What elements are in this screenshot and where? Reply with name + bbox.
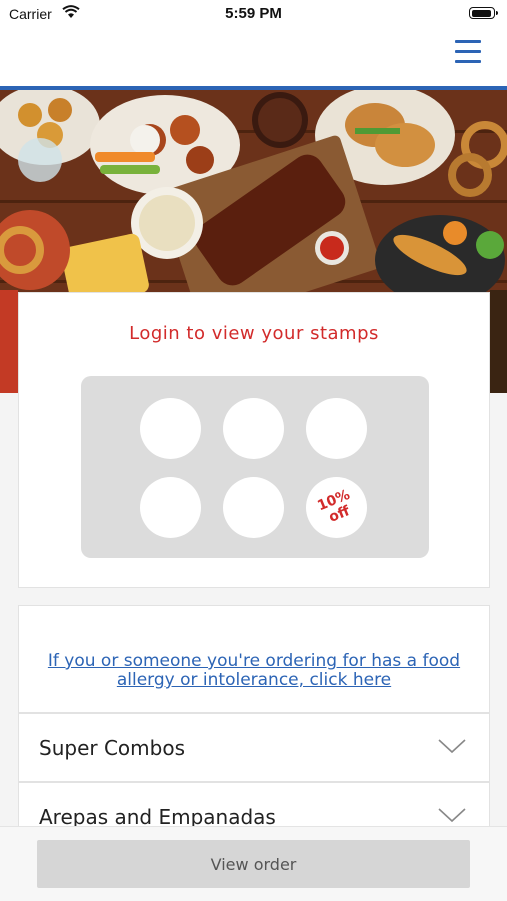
stamp-slot-2 (223, 398, 284, 459)
stamp-slot-1 (140, 398, 201, 459)
bottom-bar: View order (0, 826, 507, 901)
clock: 5:59 PM (225, 5, 282, 22)
stamp-login-prompt[interactable]: Login to view your stamps (19, 323, 489, 344)
stamp-slot-3 (306, 398, 367, 459)
stamp-slot-5 (223, 477, 284, 538)
stamp-reward-slot: 10% off (306, 477, 367, 538)
chevron-down-icon (438, 808, 466, 823)
menu-section-super-combos[interactable]: Super Combos (18, 713, 490, 782)
menu-section-label: Super Combos (39, 736, 185, 760)
chevron-down-icon (438, 739, 466, 754)
status-bar: Carrier 5:59 PM (0, 0, 507, 28)
stamp-grid: 10% off (81, 376, 429, 558)
battery-icon (469, 7, 498, 19)
view-order-button[interactable]: View order (37, 840, 470, 888)
stamp-card[interactable]: Login to view your stamps 10% off (18, 292, 490, 588)
navbar (0, 28, 507, 86)
allergy-card: If you or someone you're ordering for ha… (18, 605, 490, 713)
reward-badge: 10% off (315, 486, 357, 527)
hamburger-menu-icon[interactable] (455, 40, 481, 64)
stamp-slot-4 (140, 477, 201, 538)
allergy-info-link[interactable]: If you or someone you're ordering for ha… (39, 652, 469, 690)
